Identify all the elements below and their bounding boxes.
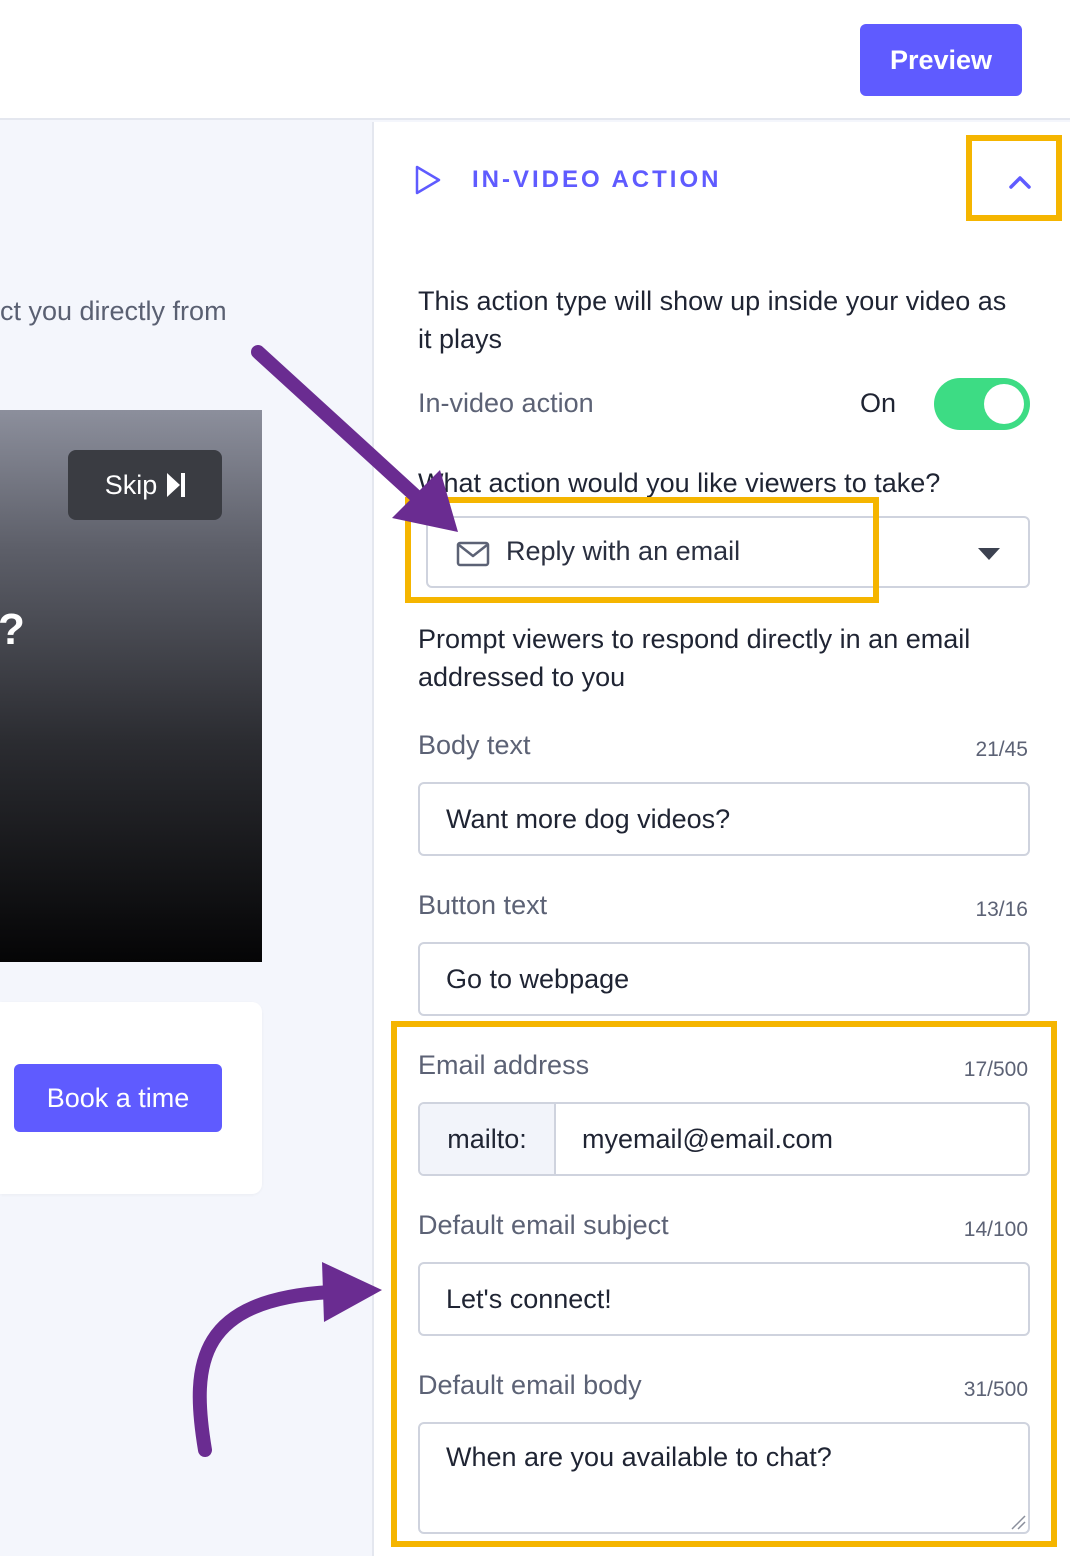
skip-button[interactable]: Skip [68, 450, 222, 520]
email-subject-count: 14/100 [963, 1218, 1028, 1241]
caret-down-icon [978, 548, 1000, 560]
email-body-label: Default email body [418, 1370, 642, 1400]
top-bar: Preview [0, 0, 1070, 120]
body-text-label: Body text [418, 730, 531, 760]
book-a-time-button[interactable]: Book a time [14, 1064, 222, 1132]
envelope-icon [456, 541, 490, 567]
action-type-select[interactable]: Reply with an email [426, 516, 1030, 588]
resize-grip-icon[interactable] [1010, 1514, 1026, 1530]
video-overlay-text: ? [0, 605, 25, 654]
email-subject-label: Default email subject [418, 1210, 669, 1240]
preview-description: ct you directly from [0, 296, 227, 326]
collapse-button[interactable] [998, 162, 1042, 202]
in-video-action-toggle[interactable] [934, 378, 1030, 430]
skip-label: Skip [104, 469, 158, 500]
toggle-state-label: On [860, 388, 897, 418]
action-select-value: Reply with an email [506, 536, 741, 566]
toggle-knob [984, 384, 1024, 424]
section-title: IN-VIDEO ACTION [472, 166, 722, 193]
play-icon [415, 165, 441, 195]
intro-text: This action type will show up inside you… [418, 286, 1007, 354]
cta-card: Book a time [0, 1002, 262, 1194]
video-player[interactable]: ? Skip [0, 410, 262, 962]
action-help-text: Prompt viewers to respond directly in an… [418, 624, 971, 692]
body-text-input[interactable] [418, 782, 1030, 856]
email-address-count: 17/500 [963, 1058, 1028, 1081]
settings-panel: IN-VIDEO ACTION This action type will sh… [372, 122, 1070, 1556]
email-address-label: Email address [418, 1050, 590, 1080]
toggle-label: In-video action [418, 388, 594, 418]
skip-forward-icon [167, 473, 186, 497]
button-text-label: Button text [418, 890, 548, 920]
button-text-count: 13/16 [975, 898, 1028, 921]
body-text-count: 21/45 [975, 738, 1028, 761]
email-body-count: 31/500 [963, 1378, 1028, 1401]
mailto-prefix: mailto: [420, 1104, 556, 1174]
button-text-input[interactable] [418, 942, 1030, 1016]
action-question: What action would you like viewers to ta… [418, 468, 941, 498]
email-subject-input[interactable] [418, 1262, 1030, 1336]
email-address-input[interactable] [556, 1104, 1028, 1174]
email-address-field: mailto: [418, 1102, 1030, 1176]
preview-button[interactable]: Preview [860, 24, 1022, 96]
email-body-textarea[interactable]: When are you available to chat? [418, 1422, 1030, 1534]
chevron-up-icon [1009, 176, 1031, 189]
